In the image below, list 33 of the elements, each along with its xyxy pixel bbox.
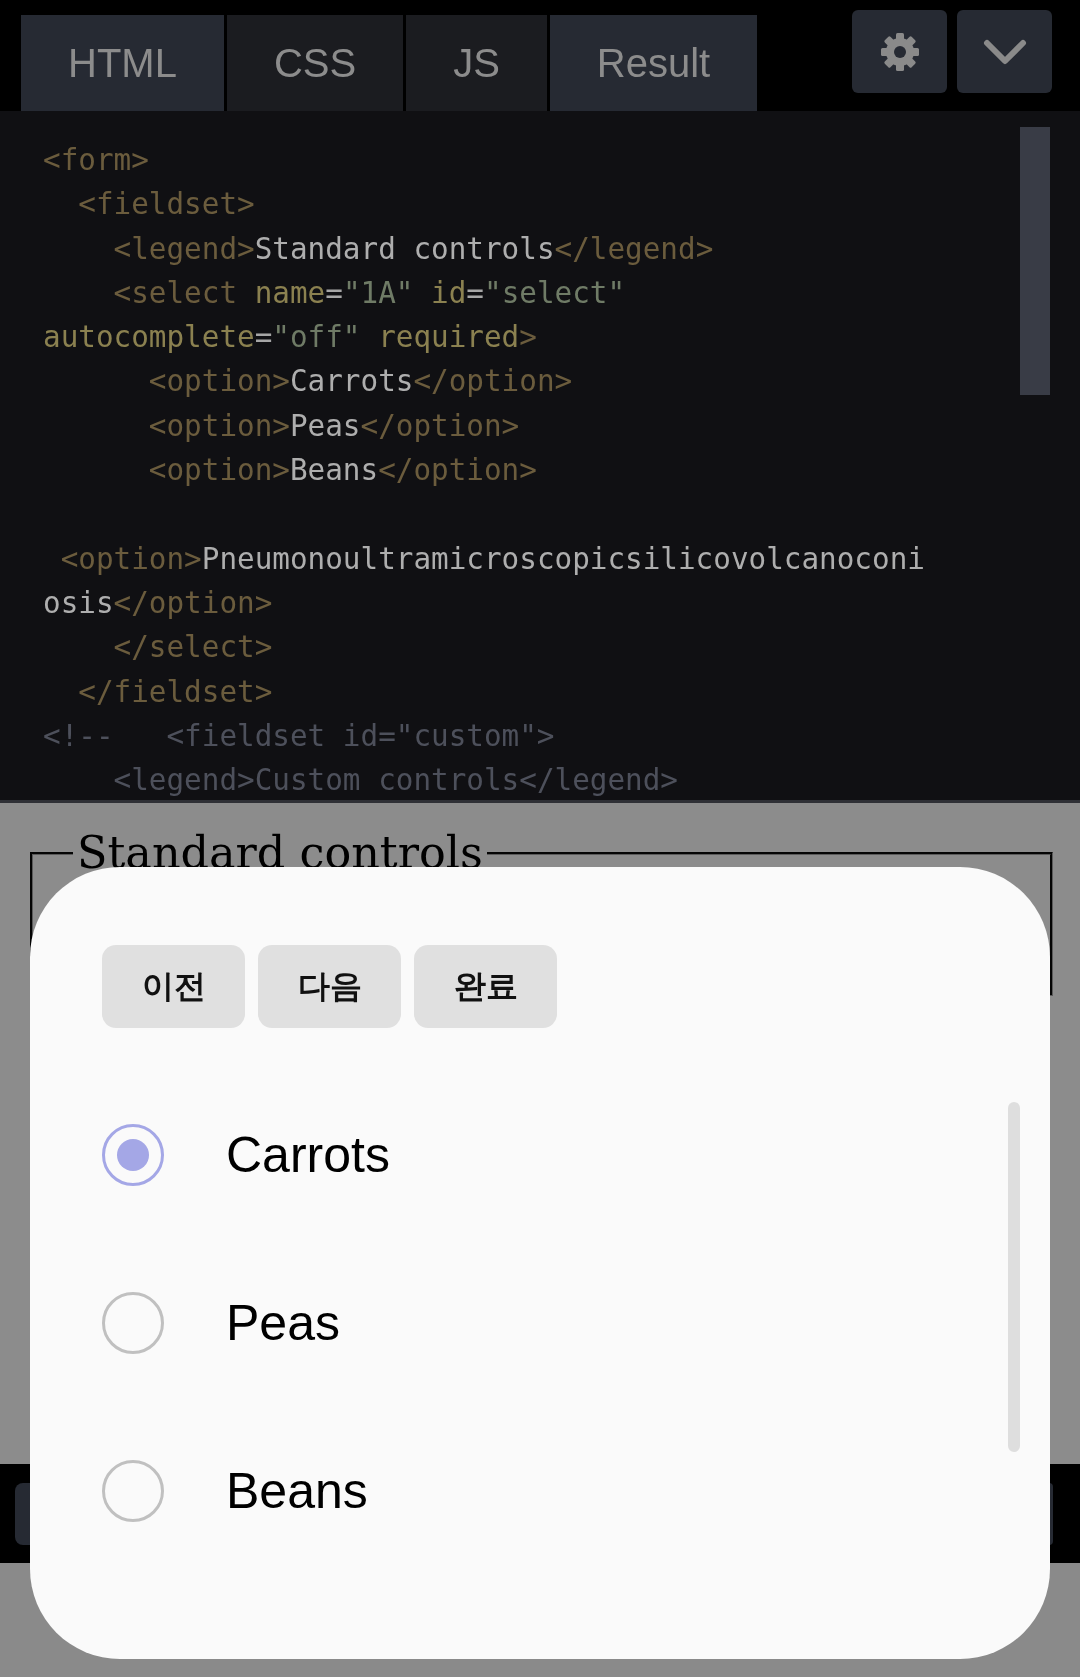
code-line: <!-- <fieldset id="custom"> bbox=[43, 718, 555, 753]
code-line: <fieldset> bbox=[78, 187, 255, 222]
radio-icon[interactable] bbox=[102, 1460, 164, 1522]
picker-button[interactable]: 이전 bbox=[102, 945, 245, 1028]
chevron-down-icon bbox=[982, 38, 1027, 65]
option-item[interactable]: Carrots bbox=[102, 1124, 390, 1186]
radio-icon[interactable] bbox=[102, 1124, 164, 1186]
code-line: <option>Peas</option> bbox=[148, 408, 520, 443]
code-line: </select> bbox=[113, 630, 273, 665]
option-item[interactable]: Beans bbox=[102, 1460, 368, 1522]
code-line: <form> bbox=[43, 143, 149, 177]
picker-button[interactable]: 다음 bbox=[258, 945, 401, 1028]
settings-button[interactable] bbox=[852, 10, 947, 93]
code-line: <option>Carrots</option> bbox=[148, 364, 573, 399]
code-line: autocomplete="off" required> bbox=[43, 320, 537, 355]
scrollbar[interactable] bbox=[1020, 127, 1050, 395]
code-line: <legend>Custom controls</legend> bbox=[113, 763, 678, 798]
code-line: osis</option> bbox=[43, 585, 273, 620]
settings-icon bbox=[879, 31, 920, 72]
radio-icon[interactable] bbox=[102, 1292, 164, 1354]
editor-tab[interactable]: Result bbox=[549, 15, 758, 111]
code-line: </fieldset> bbox=[78, 674, 273, 709]
picker-button[interactable]: 완료 bbox=[414, 945, 557, 1028]
code-line: <option>Beans</option> bbox=[148, 453, 537, 488]
collapse-button[interactable] bbox=[957, 10, 1052, 93]
editor-tab[interactable]: HTML bbox=[21, 15, 224, 111]
option-item[interactable]: Peas bbox=[102, 1292, 340, 1354]
code-line: <legend>Standard controls</legend> bbox=[113, 231, 714, 266]
code-line: <option>Pneumonoultramicroscopicsilicovolcanoconi bbox=[60, 541, 925, 576]
editor-tab[interactable]: JS bbox=[406, 15, 547, 111]
scrollbar[interactable] bbox=[1008, 1102, 1020, 1452]
code-line: <select name="1A" id="select" bbox=[113, 275, 626, 310]
editor-tab[interactable]: CSS bbox=[226, 15, 404, 111]
